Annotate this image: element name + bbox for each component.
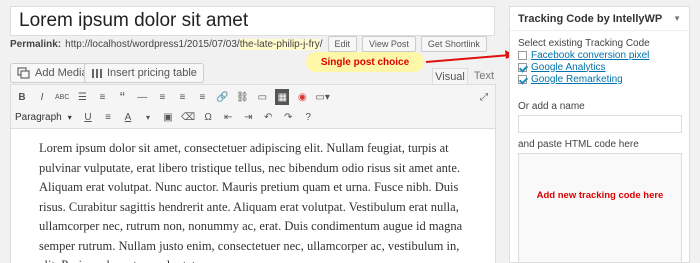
read-more-icon[interactable]: ▭: [255, 89, 269, 105]
permalink-row: Permalink: http://localhost/wordpress1/2…: [10, 36, 487, 52]
code-link-facebook[interactable]: Facebook conversion pixel: [531, 50, 649, 61]
existing-code-label: Select existing Tracking Code: [518, 38, 650, 49]
single-post-callout: Single post choice: [306, 52, 424, 72]
undo-icon[interactable]: ↶: [261, 109, 275, 125]
code-link-analytics[interactable]: Google Analytics: [531, 62, 606, 73]
insert-pricing-label: Insert pricing table: [107, 67, 197, 79]
chevron-down-icon: ▾: [67, 112, 72, 122]
add-media-label: Add Media: [35, 67, 88, 79]
format-select[interactable]: Paragraph ▾: [15, 112, 75, 123]
paste-text-icon[interactable]: ▣: [161, 109, 175, 125]
unlink-icon[interactable]: ⛓: [235, 89, 249, 105]
italic-icon[interactable]: I: [35, 89, 49, 105]
permalink-slug[interactable]: the-late-philip-j-fry: [239, 38, 320, 50]
code-item-facebook[interactable]: Facebook conversion pixel: [518, 49, 681, 61]
horizontal-line-icon[interactable]: —: [135, 89, 149, 105]
help-icon[interactable]: ?: [301, 109, 315, 125]
panel-title: Tracking Code by IntellyWP: [518, 12, 663, 25]
fullscreen-icon[interactable]: ⤢: [477, 89, 491, 105]
tab-text[interactable]: Text: [472, 68, 496, 84]
code-link-remarketing[interactable]: Google Remarketing: [531, 74, 623, 85]
checkbox-remarketing[interactable]: [518, 74, 527, 84]
redo-icon[interactable]: ↷: [281, 109, 295, 125]
tracking-code-icon[interactable]: ◉: [295, 89, 309, 105]
permalink-label: Permalink:: [10, 38, 62, 50]
code-item-remarketing[interactable]: Google Remarketing: [518, 73, 681, 85]
checkbox-facebook[interactable]: [518, 50, 527, 60]
align-right-icon[interactable]: ≡: [195, 89, 209, 105]
edit-permalink-button[interactable]: Edit: [327, 36, 358, 52]
add-media-button[interactable]: Add Media: [10, 63, 95, 83]
insert-pricing-table-button[interactable]: Insert pricing table: [84, 63, 204, 83]
panel-header[interactable]: Tracking Code by IntellyWP ▼: [510, 7, 689, 31]
permalink-base: http://localhost/wordpress1/2015/07/03/: [65, 38, 240, 50]
bold-icon[interactable]: B: [15, 89, 29, 105]
toolbar-toggle-icon[interactable]: ▦: [275, 89, 290, 105]
checkbox-analytics[interactable]: [518, 62, 527, 72]
numbered-list-icon[interactable]: ≡: [95, 89, 109, 105]
justify-icon[interactable]: ≡: [101, 109, 115, 125]
name-label: Or add a name: [518, 101, 585, 112]
bullet-list-icon[interactable]: ☰: [75, 89, 89, 105]
format-select-value: Paragraph: [15, 111, 62, 123]
clear-formatting-icon[interactable]: ⌫: [181, 109, 195, 125]
editor-content[interactable]: Lorem ipsum dolor sit amet, consectetuer…: [11, 129, 495, 263]
special-character-icon[interactable]: Ω: [201, 109, 215, 125]
tab-visual[interactable]: Visual: [432, 68, 468, 84]
editor-toolbar: B I ABC ☰ ≡ “ — ≡ ≡ ≡ 🔗 ⛓ ▭ ▦ ◉ ▭▾ ⤢ Par…: [11, 85, 495, 129]
media-icon: [17, 67, 30, 79]
tracking-name-input[interactable]: [518, 115, 682, 133]
blockquote-icon[interactable]: “: [115, 89, 129, 106]
get-shortlink-button[interactable]: Get Shortlink: [420, 36, 487, 52]
outdent-icon[interactable]: ⇤: [221, 109, 235, 125]
pricing-table-icon: [92, 69, 102, 78]
align-center-icon[interactable]: ≡: [175, 89, 189, 105]
strikethrough-icon[interactable]: ABC: [55, 89, 69, 105]
post-title-input[interactable]: Lorem ipsum dolor sit amet: [10, 6, 495, 36]
underline-icon[interactable]: U: [81, 109, 95, 125]
permalink-end: /: [319, 38, 323, 50]
collapse-arrow-icon[interactable]: ▼: [673, 14, 681, 23]
align-left-icon[interactable]: ≡: [155, 89, 169, 105]
code-item-analytics[interactable]: Google Analytics: [518, 61, 681, 73]
tracking-code-textarea[interactable]: Add new tracking code here: [518, 153, 682, 263]
post-editor: B I ABC ☰ ≡ “ — ≡ ≡ ≡ 🔗 ⛓ ▭ ▦ ◉ ▭▾ ⤢ Par…: [10, 84, 496, 263]
tracking-code-panel: Tracking Code by IntellyWP ▼ Select exis…: [509, 6, 690, 263]
view-post-button[interactable]: View Post: [362, 36, 416, 52]
text-color-dropdown-icon[interactable]: ▾: [141, 109, 155, 125]
shortcode-dropdown-icon[interactable]: ▭▾: [315, 89, 329, 105]
link-icon[interactable]: 🔗: [215, 89, 229, 105]
code-hint-text: Add new tracking code here: [536, 190, 664, 201]
paste-code-label: and paste HTML code here: [518, 139, 639, 150]
text-color-icon[interactable]: A: [121, 109, 135, 125]
indent-icon[interactable]: ⇥: [241, 109, 255, 125]
